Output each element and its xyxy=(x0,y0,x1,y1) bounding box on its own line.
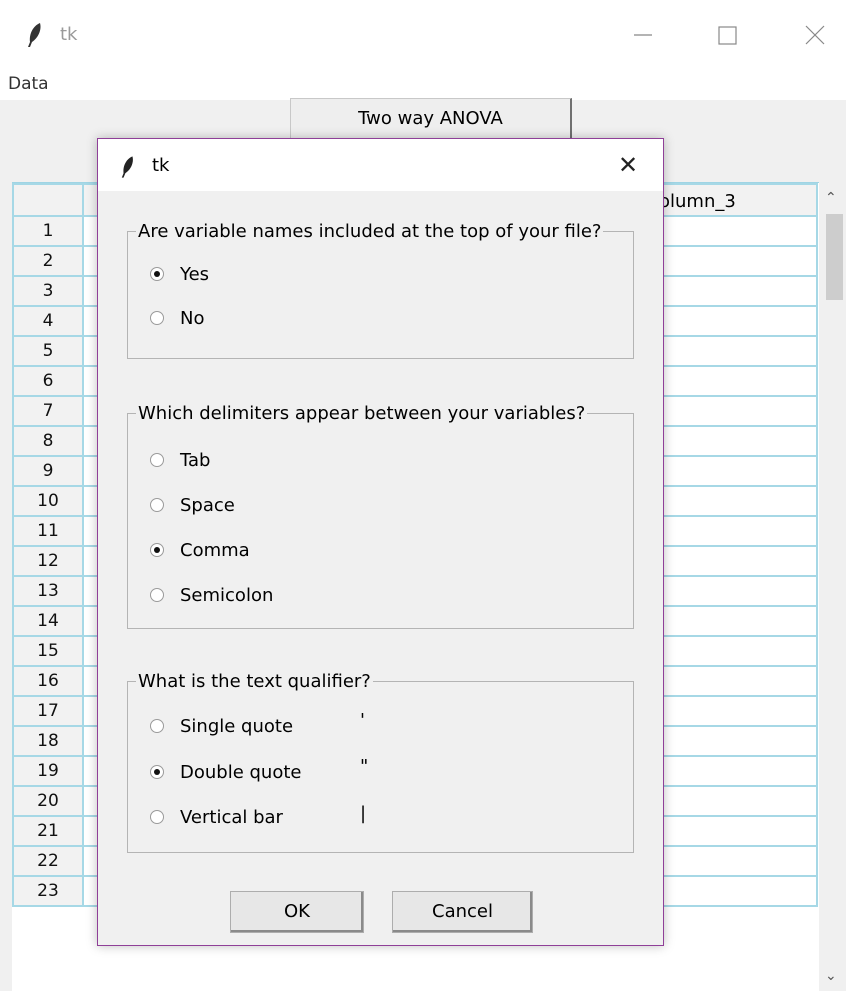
row-number[interactable]: 18 xyxy=(12,727,84,757)
radio-label: Comma xyxy=(180,539,250,561)
delimiter-question-legend: Which delimiters appear between your var… xyxy=(138,403,586,424)
feather-icon xyxy=(120,155,136,183)
row-number[interactable]: 7 xyxy=(12,397,84,427)
row-number[interactable]: 10 xyxy=(12,487,84,517)
delimiter-question-group: Which delimiters appear between your var… xyxy=(127,403,634,629)
row-number[interactable]: 4 xyxy=(12,307,84,337)
row-number[interactable]: 15 xyxy=(12,637,84,667)
minimize-icon[interactable] xyxy=(622,18,662,52)
menubar: Data xyxy=(0,70,846,100)
scroll-down-icon[interactable]: ⌄ xyxy=(825,968,837,984)
row-number[interactable]: 22 xyxy=(12,847,84,877)
two-way-anova-button[interactable]: Two way ANOVA xyxy=(290,98,572,142)
radio-semicolon[interactable]: Semicolon xyxy=(150,581,273,609)
row-number[interactable]: 23 xyxy=(12,877,84,907)
row-number[interactable]: 20 xyxy=(12,787,84,817)
radio-vertical-bar[interactable]: Vertical bar xyxy=(150,803,283,831)
header-question-legend: Are variable names included at the top o… xyxy=(138,221,602,242)
cancel-button[interactable]: Cancel xyxy=(392,891,533,933)
row-number[interactable]: 2 xyxy=(12,247,84,277)
radio-tab[interactable]: Tab xyxy=(150,446,210,474)
row-number[interactable]: 14 xyxy=(12,607,84,637)
radio-label: Vertical bar xyxy=(180,806,283,828)
radio-label: Single quote xyxy=(180,715,294,737)
row-number[interactable]: 8 xyxy=(12,427,84,457)
row-number[interactable]: 12 xyxy=(12,547,84,577)
dialog-titlebar: tk ✕ xyxy=(98,139,663,191)
window-titlebar: tk xyxy=(0,0,846,70)
radio-button-checked[interactable] xyxy=(150,267,164,281)
row-number[interactable]: 3 xyxy=(12,277,84,307)
radio-button-checked[interactable] xyxy=(150,543,164,557)
menu-data[interactable]: Data xyxy=(8,74,49,94)
maximize-icon[interactable] xyxy=(708,18,748,52)
double-quote-char: " xyxy=(360,756,369,777)
radio-label: Semicolon xyxy=(180,584,274,606)
row-number[interactable]: 6 xyxy=(12,367,84,397)
radio-yes[interactable]: Yes xyxy=(150,260,209,288)
radio-button[interactable] xyxy=(150,810,164,824)
dialog-title: tk xyxy=(152,155,170,176)
radio-button-checked[interactable] xyxy=(150,765,164,779)
radio-label: No xyxy=(180,307,205,329)
radio-label: Double quote xyxy=(180,761,302,783)
radio-button[interactable] xyxy=(150,311,164,325)
row-number[interactable]: 11 xyxy=(12,517,84,547)
radio-space[interactable]: Space xyxy=(150,491,235,519)
radio-comma[interactable]: Comma xyxy=(150,536,250,564)
qualifier-question-legend: What is the text qualifier? xyxy=(138,671,371,692)
radio-double-quote[interactable]: Double quote xyxy=(150,758,301,786)
radio-button[interactable] xyxy=(150,719,164,733)
row-number[interactable]: 19 xyxy=(12,757,84,787)
radio-button[interactable] xyxy=(150,498,164,512)
feather-icon xyxy=(26,22,44,52)
corner-cell xyxy=(12,183,84,217)
radio-label: Space xyxy=(180,494,235,516)
radio-single-quote[interactable]: Single quote xyxy=(150,712,293,740)
row-number[interactable]: 9 xyxy=(12,457,84,487)
ok-button[interactable]: OK xyxy=(230,891,364,933)
scroll-up-icon[interactable]: ⌃ xyxy=(825,190,837,206)
radio-label: Yes xyxy=(180,263,210,285)
header-question-group: Are variable names included at the top o… xyxy=(127,221,634,359)
row-number[interactable]: 5 xyxy=(12,337,84,367)
dialog-close-icon[interactable]: ✕ xyxy=(618,151,638,179)
radio-no[interactable]: No xyxy=(150,304,204,332)
qualifier-question-group: What is the text qualifier? Single quote… xyxy=(127,671,634,853)
vertical-bar-char: | xyxy=(360,803,367,824)
row-number[interactable]: 13 xyxy=(12,577,84,607)
row-number[interactable]: 1 xyxy=(12,217,84,247)
radio-button[interactable] xyxy=(150,588,164,602)
row-number[interactable]: 21 xyxy=(12,817,84,847)
close-icon[interactable] xyxy=(796,18,836,52)
radio-label: Tab xyxy=(180,449,211,471)
row-number[interactable]: 16 xyxy=(12,667,84,697)
vertical-scrollbar[interactable]: ⌃ ⌄ xyxy=(821,182,846,990)
radio-button[interactable] xyxy=(150,453,164,467)
scrollbar-thumb[interactable] xyxy=(826,214,843,300)
import-options-dialog: tk ✕ Are variable names included at the … xyxy=(97,138,664,946)
single-quote-char: ' xyxy=(360,710,365,731)
window-title: tk xyxy=(60,24,78,45)
row-number[interactable]: 17 xyxy=(12,697,84,727)
